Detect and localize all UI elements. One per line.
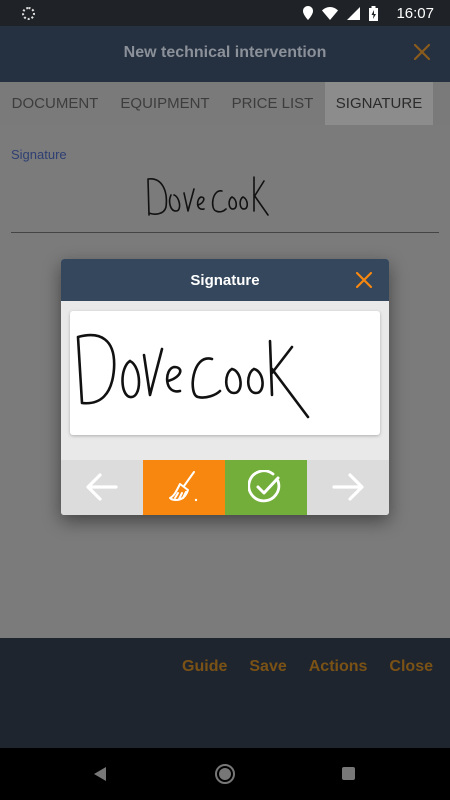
action-links: Guide Save Actions Close <box>182 658 433 676</box>
tab-bar: DOCUMENT EQUIPMENT PRICE LIST SIGNATURE <box>0 82 450 125</box>
dialog-button-row <box>61 460 389 515</box>
dialog-title: Signature <box>190 272 260 289</box>
clear-signature-button[interactable] <box>143 460 225 515</box>
dialog-header: Signature <box>61 259 389 301</box>
arrow-left-icon <box>86 473 118 501</box>
save-link[interactable]: Save <box>249 658 286 676</box>
signature-drawing <box>76 333 310 419</box>
app-header: New technical intervention <box>0 26 450 82</box>
tab-signature[interactable]: SIGNATURE <box>325 82 433 125</box>
signature-dialog: Signature <box>61 259 389 515</box>
close-icon[interactable] <box>412 42 432 62</box>
next-button[interactable] <box>307 460 389 515</box>
signature-label: Signature <box>11 147 67 162</box>
broom-icon <box>169 471 198 502</box>
settings-dot-icon <box>22 7 35 20</box>
status-bar: 16:07 <box>0 0 450 26</box>
nav-back-icon[interactable] <box>93 766 107 782</box>
status-icons <box>303 5 378 21</box>
system-nav-bar <box>0 748 450 800</box>
close-link[interactable]: Close <box>389 658 433 676</box>
confirm-button[interactable] <box>225 460 307 515</box>
dialog-close-icon[interactable] <box>355 271 373 289</box>
check-circle-icon <box>248 470 281 503</box>
status-time: 16:07 <box>396 5 434 22</box>
nav-home-icon[interactable] <box>215 764 235 784</box>
nav-recents-icon[interactable] <box>342 767 355 780</box>
signature-underline <box>11 232 439 233</box>
battery-icon <box>369 5 378 21</box>
arrow-right-icon <box>332 473 364 501</box>
bottom-action-bar: Guide Save Actions Close <box>0 638 450 748</box>
previous-button[interactable] <box>61 460 143 515</box>
signature-pad[interactable] <box>70 311 380 435</box>
tab-document[interactable]: DOCUMENT <box>0 82 110 125</box>
signature-preview[interactable] <box>140 167 280 227</box>
guide-link[interactable]: Guide <box>182 658 227 676</box>
page-title: New technical intervention <box>123 44 327 61</box>
location-icon <box>303 6 313 20</box>
actions-link[interactable]: Actions <box>309 658 368 676</box>
tab-equipment[interactable]: EQUIPMENT <box>110 82 220 125</box>
tab-price-list[interactable]: PRICE LIST <box>220 82 325 125</box>
wifi-icon <box>322 6 338 20</box>
signal-icon <box>347 6 360 20</box>
